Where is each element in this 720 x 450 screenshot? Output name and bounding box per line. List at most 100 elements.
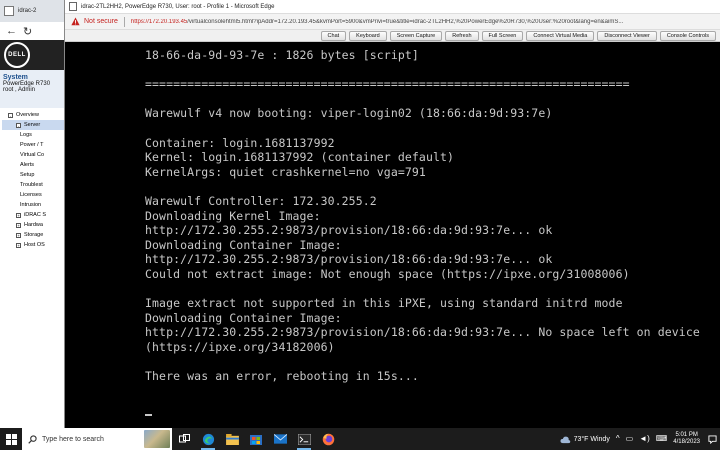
firefox-icon: [322, 433, 334, 445]
console-line: 18-66-da-9d-93-7e : 1826 bytes [script]: [145, 48, 419, 62]
console-toolbar-button[interactable]: Screen Capture: [389, 30, 443, 41]
expand-icon[interactable]: +: [16, 242, 21, 248]
console-line: (https://ipxe.org/34182006): [145, 339, 335, 354]
page-icon: [69, 2, 77, 11]
collapse-icon[interactable]: -: [8, 112, 13, 118]
not-secure-label[interactable]: Not secure: [84, 18, 118, 25]
tree-item-label: Troublest: [20, 182, 43, 188]
browser-tab[interactable]: idrac-2: [0, 0, 65, 22]
page-icon: [4, 6, 14, 16]
weather-text: 73°F Windy: [573, 435, 610, 443]
tree-item-label: Overview: [16, 112, 39, 118]
tree-item-label: Licenses: [20, 192, 42, 198]
expand-icon[interactable]: +: [16, 222, 21, 228]
desktop: idrac-2 ← ↻ DELL System PowerEdge R730 r…: [0, 0, 720, 450]
tree-item-label: Virtual Co: [20, 152, 45, 158]
tree-item-label: Power / T: [20, 142, 44, 148]
console-toolbar-button[interactable]: Chat: [320, 30, 347, 41]
tree-item[interactable]: - Overview: [2, 110, 65, 120]
task-view-icon: [178, 434, 190, 443]
taskbar: Type here to search 73°F Windy ^ ▭ ◄) ⌨ …: [0, 428, 720, 450]
tree-item[interactable]: Logs: [2, 130, 65, 140]
clock-time: 5:01 PM: [675, 432, 698, 438]
system-title[interactable]: System: [3, 74, 62, 81]
volume-icon[interactable]: ◄): [639, 428, 650, 450]
console-line: Kernel: login.1681137992 (container defa…: [145, 150, 455, 165]
search-highlight-image[interactable]: [144, 430, 170, 448]
console-toolbar-button[interactable]: Keyboard: [349, 30, 387, 41]
console-line: Downloading Container Image:: [145, 310, 342, 325]
tree-item-label: Storage: [24, 232, 44, 238]
console-line: http://172.30.255.2:9873/provision/18:66…: [145, 223, 553, 238]
tree-item[interactable]: Power / T: [2, 140, 65, 150]
keyboard-icon[interactable]: ⌨: [656, 428, 668, 450]
tree-item[interactable]: Troublest: [2, 180, 65, 190]
console-line: Image extract not supported in this iPXE…: [145, 296, 623, 311]
weather-widget[interactable]: 73°F Windy: [560, 435, 610, 444]
tree-item-label: Server: [24, 122, 41, 128]
window-titlebar[interactable]: idrac-2TL2HH2, PowerEdge R730, User: roo…: [65, 0, 720, 14]
tree-item[interactable]: Intrusion: [2, 200, 65, 210]
clock[interactable]: 5:01 PM 4/18/2023: [673, 428, 700, 450]
taskbar-mail[interactable]: [268, 428, 292, 450]
task-view-button[interactable]: [172, 428, 196, 450]
chevron-up-icon[interactable]: ^: [616, 428, 620, 450]
store-icon: [250, 435, 262, 445]
edge-icon: [202, 433, 214, 445]
taskbar-edge[interactable]: [196, 428, 220, 450]
tree-item-label: Setup: [20, 172, 35, 178]
notification-icon: [707, 434, 717, 444]
console-toolbar: Chat Keyboard Screen Capture Refresh Full Sc…: [65, 30, 720, 42]
tree-item[interactable]: - Server: [2, 120, 65, 130]
tree-item-label: Logs: [20, 132, 32, 138]
console-line: KernelArgs: quiet crashkernel=no vga=791: [145, 164, 426, 179]
taskbar-store[interactable]: [244, 428, 268, 450]
warning-icon[interactable]: [71, 17, 80, 26]
expand-icon[interactable]: +: [16, 232, 21, 238]
collapse-icon[interactable]: -: [16, 122, 21, 128]
tree-item[interactable]: + Storage: [2, 230, 65, 240]
console-toolbar-button[interactable]: Connect Virtual Media: [526, 30, 595, 41]
tree-item[interactable]: + Host OS: [2, 240, 65, 250]
tree-item-label: Host OS: [24, 242, 45, 248]
taskbar-file-explorer[interactable]: [220, 428, 244, 450]
expand-icon[interactable]: +: [16, 212, 21, 218]
console-toolbar-button[interactable]: Console Controls: [659, 30, 716, 41]
url-field[interactable]: https://172.20.193.45/virtualconsolehtml…: [131, 19, 691, 25]
tab-title: idrac-2: [18, 8, 37, 14]
tree-item[interactable]: + iDRAC S: [2, 210, 65, 220]
idrac-browser-window[interactable]: idrac-2 ← ↻ DELL System PowerEdge R730 r…: [0, 0, 66, 428]
virtual-console-window[interactable]: idrac-2TL2HH2, PowerEdge R730, User: roo…: [64, 0, 720, 428]
console-line: Could not extract image: Not enough spac…: [145, 266, 630, 281]
tree-item-label: Intrusion: [20, 202, 42, 208]
console-line: Container: login.1681137992: [145, 135, 335, 150]
tree-item-label: iDRAC S: [24, 212, 47, 218]
system-summary: System PowerEdge R730 root , Admin: [0, 70, 65, 108]
console-toolbar-button[interactable]: Refresh: [445, 30, 479, 41]
tree-item[interactable]: + Hardwa: [2, 220, 65, 230]
console-output: 18-66-da-9d-93-7e : 1826 bytes [script] =…: [145, 48, 700, 384]
tree-item[interactable]: Licenses: [2, 190, 65, 200]
tree-item-label: Alerts: [20, 162, 35, 168]
system-user: root , Admin: [3, 87, 36, 93]
tree-item[interactable]: Alerts: [2, 160, 65, 170]
taskbar-search[interactable]: Type here to search: [22, 428, 172, 450]
notification-button[interactable]: [706, 428, 718, 450]
back-icon[interactable]: ←: [6, 25, 17, 37]
taskbar-firefox[interactable]: [316, 428, 340, 450]
taskbar-terminal[interactable]: [292, 428, 316, 450]
terminal-icon: [297, 433, 311, 445]
network-icon[interactable]: ▭: [626, 428, 634, 450]
tree-item[interactable]: Virtual Co: [2, 150, 65, 160]
console-line: Warewulf Controller: 172.30.255.2: [145, 193, 377, 208]
console-toolbar-button[interactable]: Disconnect Viewer: [597, 30, 657, 41]
refresh-icon[interactable]: ↻: [23, 25, 32, 38]
address-bar[interactable]: Not secure https://172.20.193.45/virtual…: [65, 14, 720, 30]
start-button[interactable]: [0, 428, 22, 450]
console-screen[interactable]: 18-66-da-9d-93-7e : 1826 bytes [script] =…: [65, 42, 720, 428]
tree-item[interactable]: Setup: [2, 170, 65, 180]
console-toolbar-button[interactable]: Full Screen: [481, 30, 524, 41]
